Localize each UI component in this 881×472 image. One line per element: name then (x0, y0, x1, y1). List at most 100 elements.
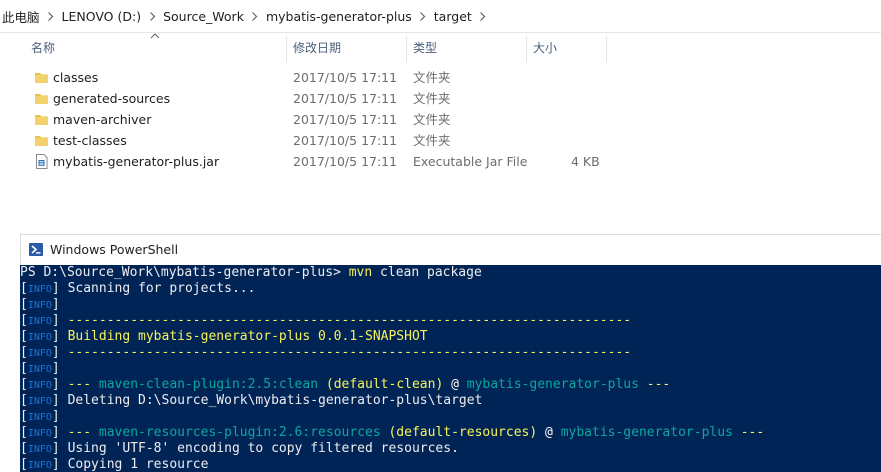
file-type: 文件夹 (413, 70, 451, 85)
console-text: mybatis-generator-plus (466, 377, 639, 392)
console-text: Deleting D:\Source_Work\mybatis-generato… (67, 393, 483, 408)
chevron-right-icon[interactable] (144, 4, 160, 28)
console-line: [INFO] Scanning for projects... (20, 281, 255, 297)
console-line: [INFO] (20, 297, 68, 313)
bracket-open: [ (20, 441, 28, 456)
window-title: Windows PowerShell (50, 242, 179, 257)
bracket-close: ] (51, 393, 68, 408)
column-header-name[interactable]: 名称 (31, 32, 55, 64)
column-header-size[interactable]: 大小 (533, 32, 557, 64)
file-name: mybatis-generator-plus.jar (53, 154, 220, 169)
chevron-right-icon[interactable] (475, 4, 491, 28)
bracket-close: ] (51, 281, 68, 296)
breadcrumb-item[interactable]: LENOVO (D:) (59, 9, 145, 24)
column-divider[interactable] (526, 36, 527, 62)
bracket-open: [ (20, 425, 28, 440)
console-text: --- (67, 377, 99, 392)
chevron-right-icon[interactable] (43, 4, 59, 28)
folder-icon (34, 91, 49, 106)
console-text: --- (732, 425, 765, 440)
breadcrumb-item[interactable]: target (431, 9, 475, 24)
bracket-close: ] (51, 313, 68, 328)
file-type: 文件夹 (413, 91, 451, 106)
file-row[interactable]: classes 2017/10/5 17:11 文件夹 (30, 67, 630, 88)
console-line: [INFO] ---------------------------------… (20, 345, 631, 361)
bracket-open: [ (20, 409, 28, 424)
console-text: @ (537, 425, 561, 440)
console-text: ----------------------------------------… (67, 313, 632, 328)
file-name: generated-sources (53, 91, 171, 106)
log-level: INFO (27, 300, 52, 311)
column-divider[interactable] (406, 36, 407, 62)
console-text: Scanning for projects... (67, 281, 256, 296)
file-date: 2017/10/5 17:11 (293, 70, 398, 85)
file-row[interactable]: generated-sources 2017/10/5 17:11 文件夹 (30, 88, 630, 109)
file-name: test-classes (53, 133, 127, 148)
file-date: 2017/10/5 17:11 (293, 154, 398, 169)
file-type: 文件夹 (413, 133, 451, 148)
log-level: INFO (27, 380, 52, 391)
bracket-close: ] (51, 329, 68, 344)
console-text: (default-clean) (318, 377, 444, 392)
console-line: [INFO] Building mybatis-generator-plus 0… (20, 329, 428, 345)
breadcrumb-item[interactable]: Source_Work (160, 9, 247, 24)
address-bar[interactable]: 此电脑 LENOVO (D:) Source_Work mybatis-generat… (0, 0, 881, 33)
bracket-close: ] (51, 425, 68, 440)
log-level: INFO (27, 444, 52, 455)
console-line: [INFO] --- maven-clean-plugin:2.5:clean … (20, 377, 670, 393)
bracket-close: ] (51, 409, 68, 424)
file-date: 2017/10/5 17:11 (293, 133, 398, 148)
column-header-type[interactable]: 类型 (413, 32, 437, 64)
chevron-right-icon[interactable] (415, 4, 431, 28)
breadcrumb-item[interactable]: 此电脑 (0, 7, 43, 26)
file-date: 2017/10/5 17:11 (293, 112, 398, 127)
console-text: ----------------------------------------… (67, 345, 632, 360)
folder-icon (34, 133, 49, 148)
file-list: 名称 修改日期 类型 大小 classes 2017/10/5 17:11 文件夹 g… (0, 32, 881, 232)
bracket-open: [ (20, 297, 28, 312)
log-level: INFO (27, 316, 52, 327)
console-line: [INFO] Deleting D:\Source_Work\mybatis-g… (20, 393, 482, 409)
log-level: INFO (27, 364, 52, 375)
powershell-icon (29, 243, 43, 256)
prompt-line: PS D:\Source_Work\mybatis-generator-plus… (20, 265, 482, 281)
file-type: Executable Jar File (413, 154, 528, 169)
file-name: maven-archiver (53, 112, 152, 127)
column-divider[interactable] (606, 36, 607, 62)
bracket-open: [ (20, 345, 28, 360)
breadcrumb: 此电脑 LENOVO (D:) Source_Work mybatis-generat… (0, 4, 491, 28)
powershell-title-bar[interactable]: Windows PowerShell (20, 234, 881, 265)
log-level: INFO (27, 428, 52, 439)
file-row[interactable]: test-classes 2017/10/5 17:11 文件夹 (30, 130, 630, 151)
console-text: Copying 1 resource (67, 457, 209, 472)
chevron-right-icon[interactable] (247, 4, 263, 28)
console-text: @ (443, 377, 467, 392)
console-text: maven-clean-plugin:2.5:clean (98, 377, 319, 392)
jar-file-icon (34, 154, 49, 169)
powershell-window[interactable]: Windows PowerShell PS D:\Source_Work\myb… (20, 234, 881, 472)
bracket-open: [ (20, 361, 28, 376)
console-line: [INFO] (20, 409, 68, 425)
console-output[interactable]: PS D:\Source_Work\mybatis-generator-plus… (20, 265, 881, 472)
bracket-open: [ (20, 313, 28, 328)
column-header-date[interactable]: 修改日期 (293, 32, 341, 64)
file-size: 4 KB (571, 154, 600, 169)
log-level: INFO (27, 412, 52, 423)
console-line: [INFO] ---------------------------------… (20, 313, 631, 329)
folder-icon (34, 70, 49, 85)
console-text: --- (638, 377, 671, 392)
console-text: Building mybatis-generator-plus 0.0.1-SN… (67, 329, 428, 344)
breadcrumb-item[interactable]: mybatis-generator-plus (263, 9, 415, 24)
file-row[interactable]: maven-archiver 2017/10/5 17:11 文件夹 (30, 109, 630, 130)
bracket-close: ] (51, 297, 68, 312)
file-row[interactable]: mybatis-generator-plus.jar 2017/10/5 17:1… (30, 151, 630, 172)
log-level: INFO (27, 348, 52, 359)
command-args: clean package (372, 265, 482, 280)
console-text: mybatis-generator-plus (560, 425, 733, 440)
console-text: maven-resources-plugin:2.6:resources (98, 425, 381, 440)
column-divider[interactable] (286, 36, 287, 62)
console-line: [INFO] Copying 1 resource (20, 457, 208, 472)
sort-ascending-icon (150, 33, 160, 39)
bracket-open: [ (20, 329, 28, 344)
column-header-row: 名称 修改日期 类型 大小 (0, 32, 881, 64)
